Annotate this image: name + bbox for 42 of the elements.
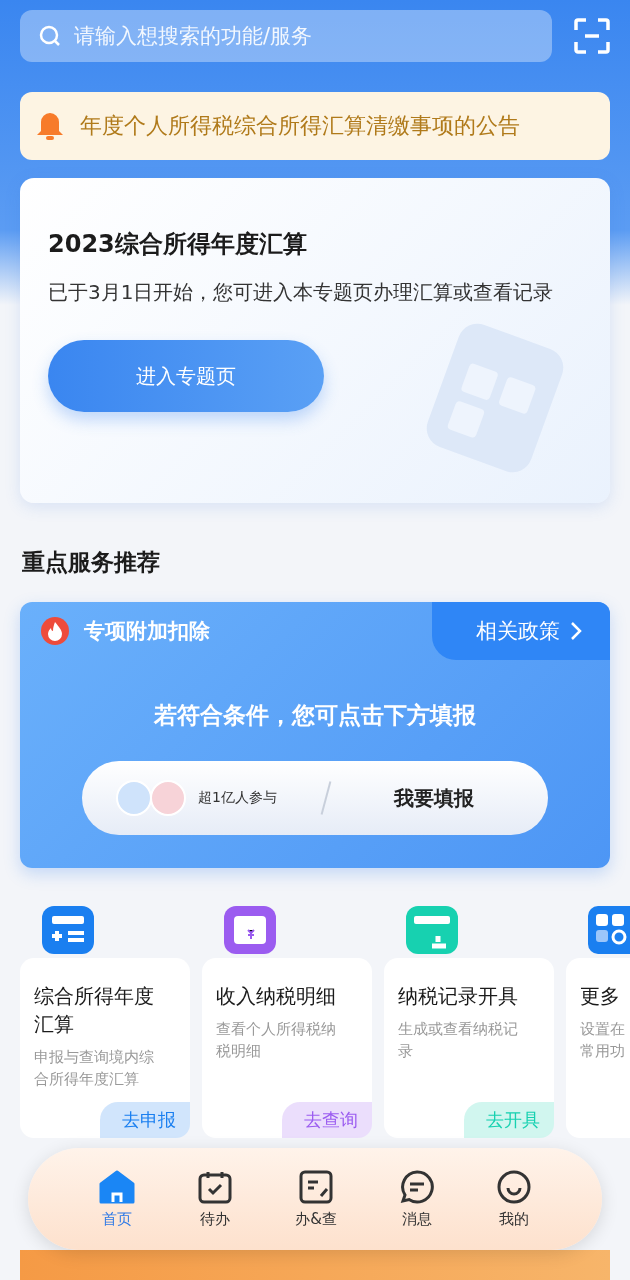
service-card[interactable]: 收入纳税明细 查看个人所得税纳税明细 去查询 [202, 958, 372, 1138]
notice-text: 年度个人所得税综合所得汇算清缴事项的公告 [80, 112, 520, 140]
service-title: 综合所得年度汇算 [34, 983, 155, 1038]
grid-search-icon [586, 904, 630, 956]
nav-tab[interactable]: 待办 [192, 1168, 239, 1230]
nav-tab[interactable]: 我的 [490, 1168, 537, 1230]
nav-tab[interactable]: 首页 [93, 1168, 142, 1230]
form-pen-icon [299, 1169, 333, 1204]
avatar [150, 780, 186, 816]
service-card[interactable]: 更多 设置在常用功 [566, 958, 630, 1138]
nav-tab[interactable]: 办&查 [289, 1168, 343, 1230]
home-icon [99, 1169, 136, 1204]
search-icon [38, 24, 62, 48]
fill-report-bar[interactable]: 超1亿人参与 我要填报 [82, 761, 548, 835]
service-card[interactable]: 综合所得年度汇算 申报与查询境内综合所得年度汇算 去申报 [20, 958, 190, 1138]
service-description: 生成或查看纳税记录 [398, 1019, 519, 1062]
nav-tab[interactable]: 消息 [393, 1168, 440, 1230]
service-title: 收入纳税明细 [216, 983, 337, 1010]
scan-icon[interactable] [574, 18, 610, 54]
service-description: 申报与查询境内综合所得年度汇算 [34, 1047, 155, 1090]
smile-icon [496, 1169, 531, 1204]
participants-text: 超1亿人参与 [198, 789, 277, 807]
deduction-prompt: 若符合条件，您可点击下方填报 [154, 701, 476, 730]
service-title: 纳税记录开具 [398, 983, 519, 1010]
service-title: 更多 [580, 983, 621, 1010]
stamp-icon [404, 904, 460, 956]
deduction-title: 专项附加扣除 [84, 618, 210, 645]
chat-bubble-icon [399, 1169, 434, 1204]
fill-report-button[interactable]: 我要填报 [354, 783, 514, 813]
section-title: 重点服务推荐 [22, 548, 161, 577]
flame-icon [40, 616, 70, 646]
avatar [116, 780, 152, 816]
hero-title: 2023综合所得年度汇算 [48, 229, 308, 260]
wallet-icon [222, 904, 278, 956]
card-plus-icon [40, 904, 96, 956]
calendar-check-icon [198, 1169, 233, 1204]
chevron-right-icon [570, 621, 582, 641]
service-description: 设置在常用功 [580, 1019, 626, 1062]
policy-link[interactable]: 相关政策 [432, 602, 610, 660]
hero-description: 已于3月1日开始，您可进入本专题页办理汇算或查看记录 [48, 279, 555, 306]
service-card[interactable]: 纳税记录开具 生成或查看纳税记录 去开具 [384, 958, 554, 1138]
service-description: 查看个人所得税纳税明细 [216, 1019, 337, 1062]
